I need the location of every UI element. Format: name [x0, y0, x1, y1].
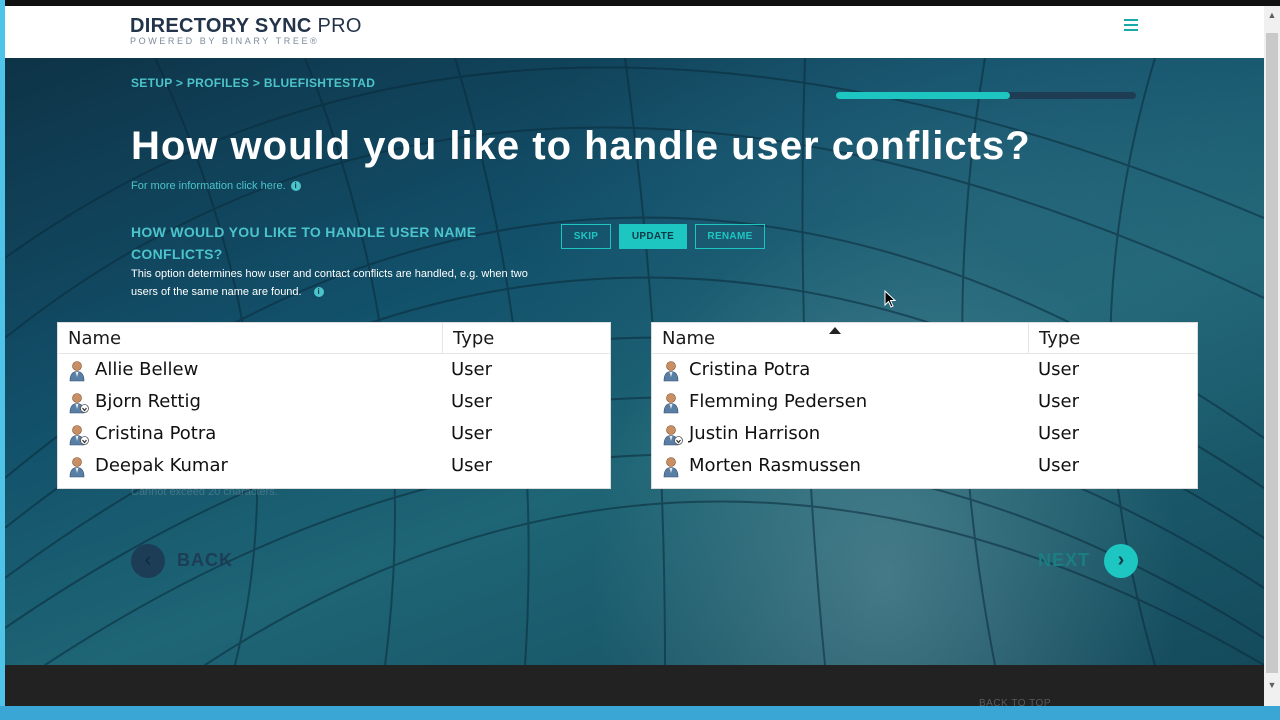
user-icon [68, 456, 90, 478]
list-row[interactable]: Cristina Potra User [58, 419, 610, 451]
info-icon[interactable]: i [313, 287, 324, 298]
next-label: NEXT [1038, 550, 1091, 570]
user-icon [662, 488, 684, 489]
left-user-list[interactable]: Name Type Allie Bellew User Bjorn Rettig Us… [57, 322, 611, 489]
user-sync-icon [662, 424, 684, 446]
row-type: User [451, 455, 493, 476]
logo[interactable]: DIRECTORY SYNC PRO POWERED BY BINARY TRE… [130, 15, 362, 46]
user-icon [662, 456, 684, 478]
update-button[interactable]: UPDATE [619, 224, 687, 249]
row-name: Cristina Potra [95, 423, 217, 444]
row-name: Morten Rasmussen [689, 455, 861, 476]
row-type: User [1038, 455, 1080, 476]
logo-title-bold: DIRECTORY SYNC [130, 15, 312, 37]
list-row[interactable]: Allie Bellew User [58, 355, 610, 387]
info-icon[interactable]: i [290, 181, 301, 192]
option-description: This option determines how user and cont… [131, 265, 551, 301]
more-info-link[interactable]: For more information click here. i [131, 180, 301, 192]
user-icon [68, 360, 90, 382]
sort-ascending-icon [829, 327, 841, 334]
rename-button[interactable]: RENAME [695, 224, 765, 249]
taskbar-edge [0, 706, 1280, 720]
row-name: Cristina Potra [689, 359, 811, 380]
logo-title-thin: PRO [311, 15, 362, 37]
more-info-label: For more information click here. [131, 180, 286, 192]
column-header-type[interactable]: Type [1029, 323, 1197, 354]
list-row[interactable]: Deepak Kumar User [58, 451, 610, 483]
scroll-down-icon[interactable]: ▼ [1264, 680, 1280, 692]
back-label: BACK [177, 550, 233, 570]
row-type: User [1038, 359, 1080, 380]
chevron-right-icon: › [1104, 544, 1138, 578]
row-type: User [451, 391, 493, 412]
user-sync-icon [68, 424, 90, 446]
scrollbar-thumb[interactable] [1266, 33, 1278, 673]
site-header: DIRECTORY SYNC PRO POWERED BY BINARY TRE… [5, 6, 1264, 58]
chevron-left-icon: ‹ [131, 544, 165, 578]
site-footer: BACK TO TOP [5, 665, 1264, 709]
option-description-text: This option determines how user and cont… [131, 268, 528, 298]
logo-title: DIRECTORY SYNC PRO [130, 15, 362, 38]
vertical-scrollbar[interactable]: ▲ ▼ [1264, 6, 1280, 706]
list-row[interactable]: Cristina Potra User [652, 355, 1197, 387]
scroll-up-icon[interactable]: ▲ [1264, 10, 1280, 22]
user-icon [662, 392, 684, 414]
row-type: User [1038, 391, 1080, 412]
user-icon [68, 488, 90, 489]
hamburger-menu-icon[interactable] [1124, 19, 1138, 33]
mouse-cursor-icon [884, 290, 897, 308]
list-row[interactable]: Flemming Pedersen User [652, 387, 1197, 419]
user-sync-icon [68, 392, 90, 414]
user-icon [662, 360, 684, 382]
row-name: Bjorn Rettig [95, 391, 201, 412]
breadcrumb[interactable]: SETUP > PROFILES > BLUEFISHTESTAD [131, 76, 375, 90]
row-name: Justin Harrison [689, 423, 821, 444]
row-type: User [451, 423, 493, 444]
row-type: User [1038, 423, 1080, 444]
row-name: Flemming Pedersen [689, 391, 868, 412]
list-row[interactable]: Bjorn Rettig User [58, 387, 610, 419]
skip-button[interactable]: SKIP [561, 224, 611, 249]
list-row[interactable]: Morten Rasmussen User [652, 451, 1197, 483]
page-title: How would you like to handle user confli… [131, 124, 1031, 168]
option-heading: HOW WOULD YOU LIKE TO HANDLE USER NAME C… [131, 224, 477, 262]
row-type: User [451, 359, 493, 380]
list-row[interactable]: Justin Harrison User [652, 419, 1197, 451]
row-name: Allie Bellew [95, 359, 199, 380]
list-row-partial[interactable] [58, 483, 610, 489]
browser-frame: DIRECTORY SYNC PRO POWERED BY BINARY TRE… [0, 0, 1280, 720]
column-header-name[interactable]: Name [58, 323, 443, 354]
progress-bar [836, 92, 1136, 99]
list-row-partial[interactable] [652, 483, 1197, 489]
column-header-type[interactable]: Type [443, 323, 610, 354]
right-user-list[interactable]: Name Type Cristina Potra User Flemming Ped… [651, 322, 1198, 489]
row-name: Deepak Kumar [95, 455, 228, 476]
progress-bar-fill [836, 92, 1010, 99]
